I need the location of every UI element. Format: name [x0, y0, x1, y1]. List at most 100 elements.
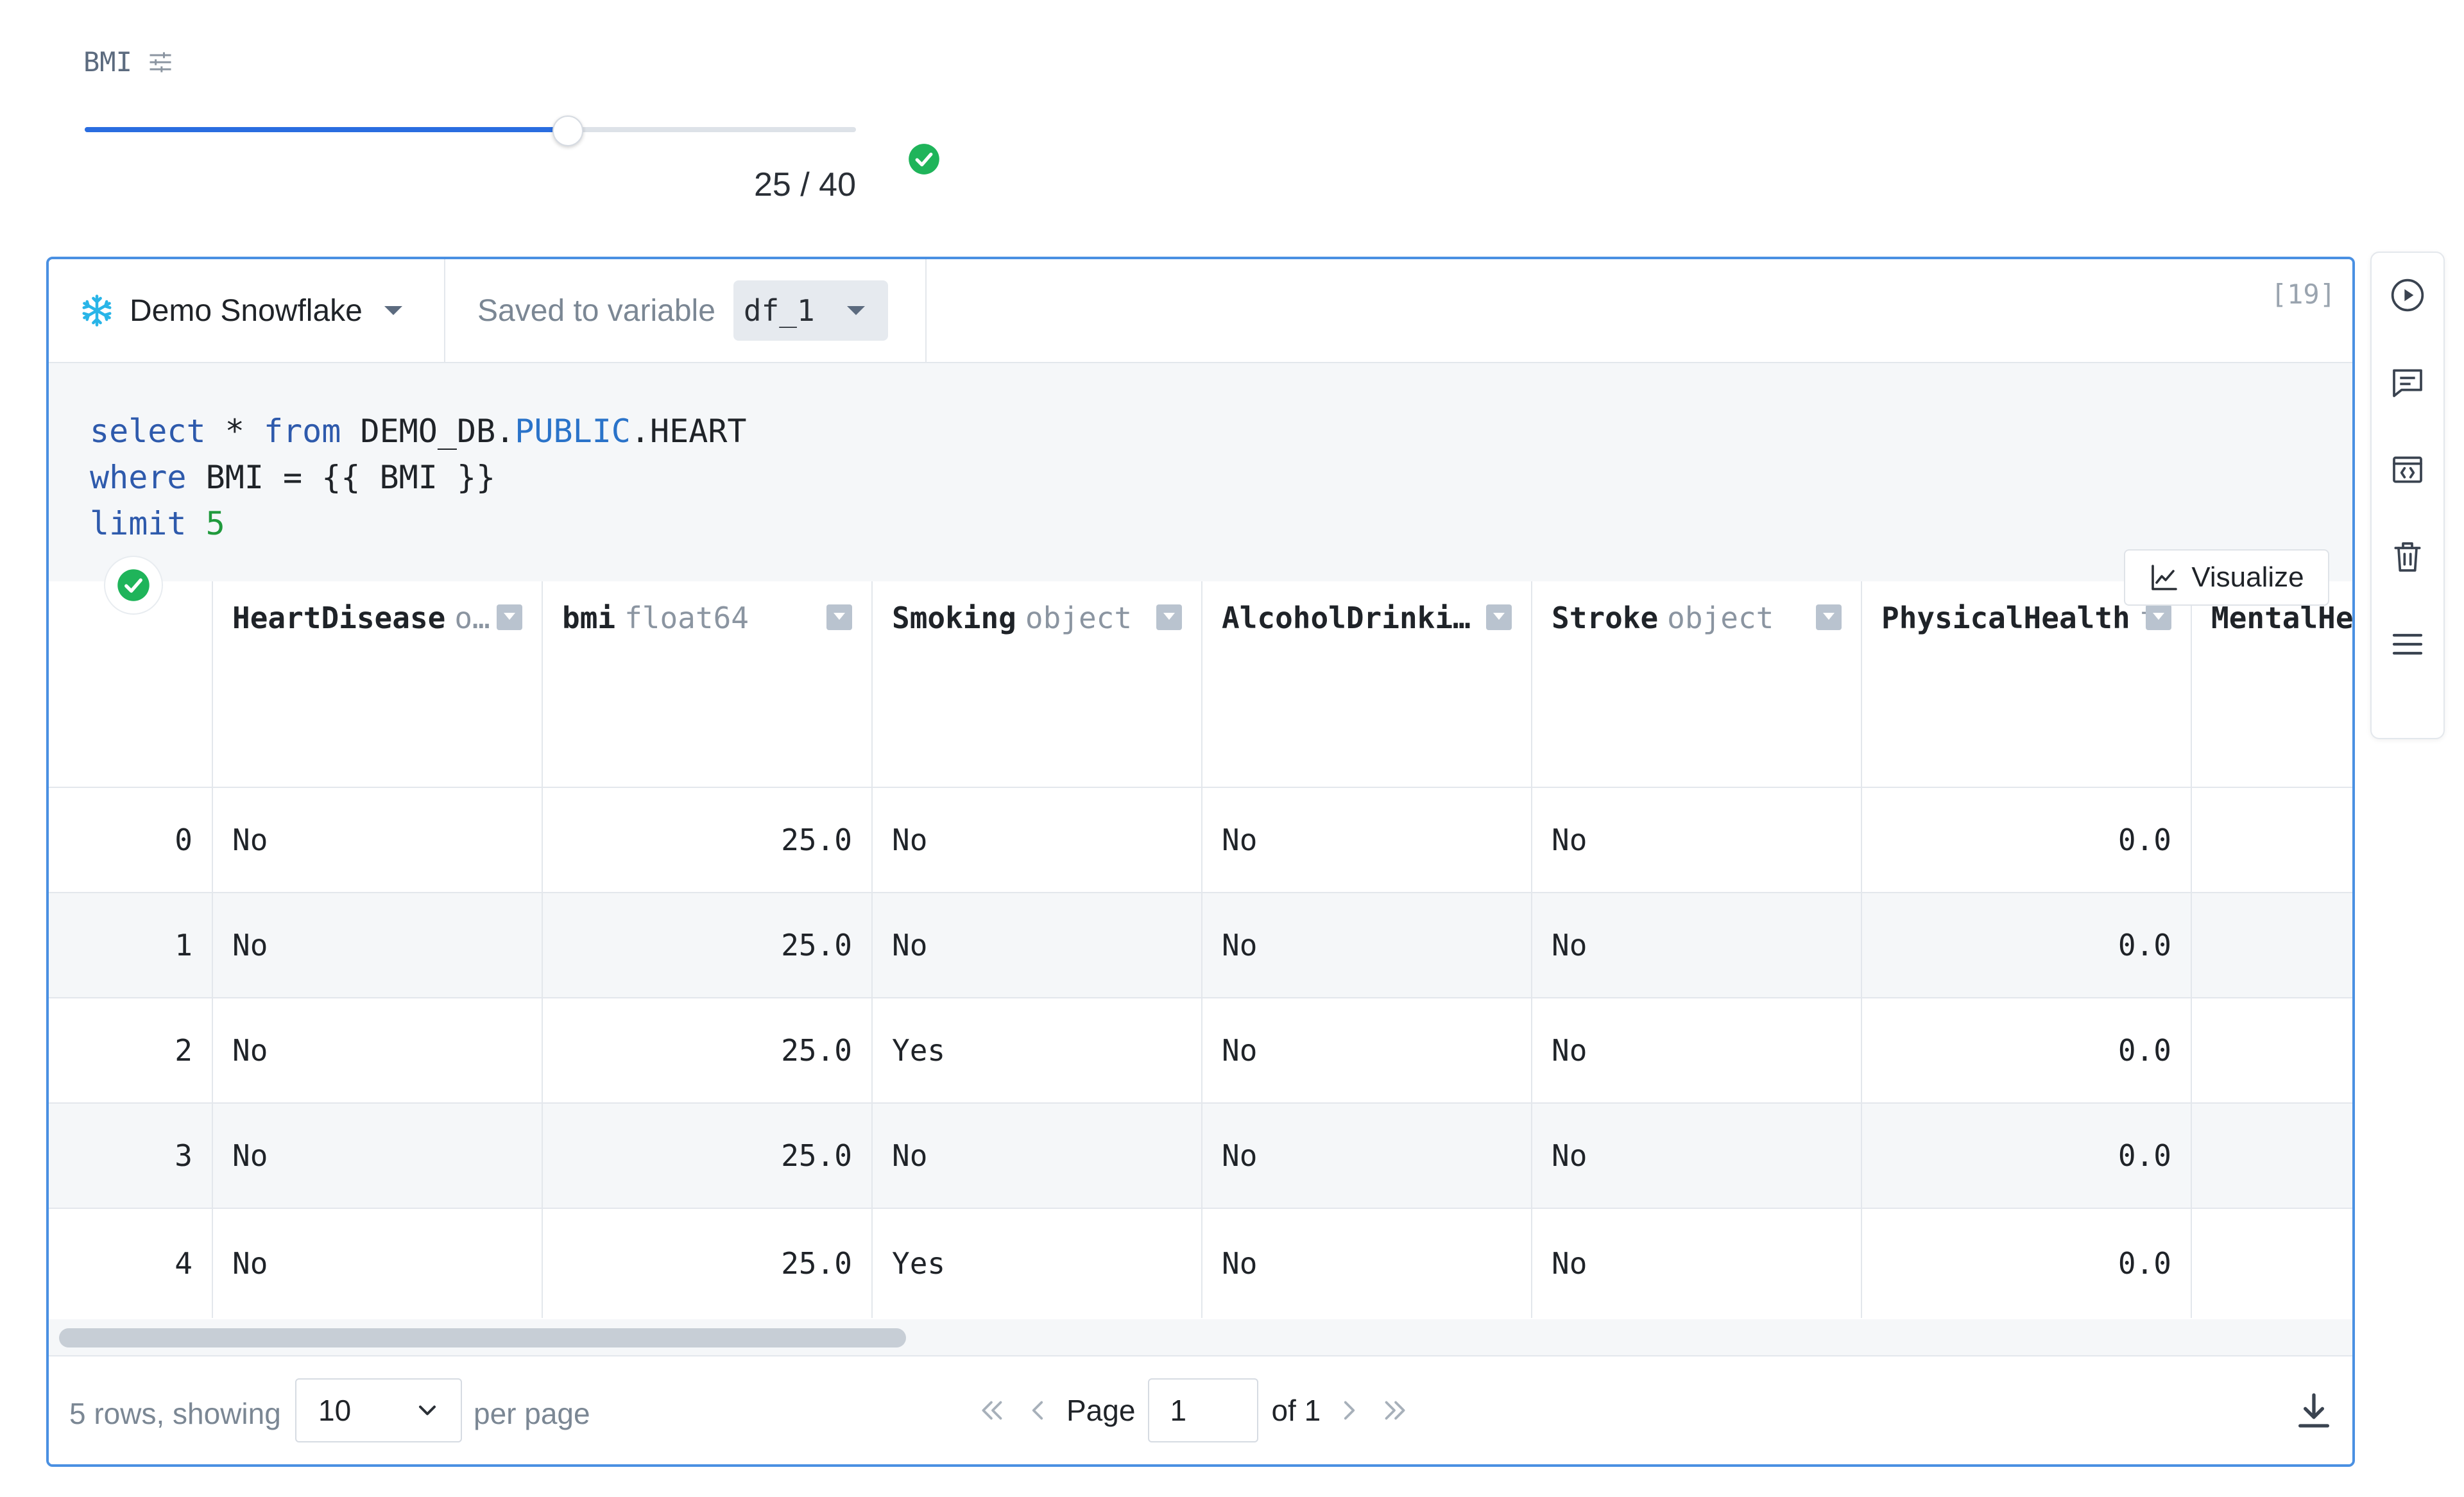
- table-cell: No: [1532, 998, 1862, 1102]
- horizontal-scrollbar[interactable]: [49, 1319, 2352, 1356]
- table-cell: No: [1532, 893, 1862, 997]
- code-token: limit: [90, 505, 187, 542]
- column-menu-icon[interactable]: [1486, 604, 1512, 630]
- table-row: 2 No 25.0 Yes No No 0.0: [49, 998, 2352, 1104]
- column-menu-icon[interactable]: [826, 604, 852, 630]
- chevron-right-icon[interactable]: [1333, 1394, 1365, 1426]
- column-header[interactable]: AlcoholDrinki…: [1202, 581, 1532, 787]
- column-header[interactable]: bmi float64: [543, 581, 873, 787]
- column-header[interactable]: Smoking object: [873, 581, 1202, 787]
- variable-dropdown[interactable]: df_1: [733, 280, 888, 341]
- row-index: 2: [49, 998, 213, 1102]
- code-token: select: [90, 413, 206, 450]
- table-row: 1 No 25.0 No No No 0.0: [49, 893, 2352, 998]
- chevrons-right-icon[interactable]: [1378, 1394, 1410, 1426]
- code-editor[interactable]: select * from DEMO_DB.PUBLIC.HEART where…: [49, 363, 2352, 581]
- column-menu-icon[interactable]: [1816, 604, 1842, 630]
- table-cell: [2192, 893, 2352, 997]
- code-token: 5: [205, 505, 225, 542]
- trash-icon[interactable]: [2390, 539, 2426, 575]
- line-chart-icon: [2152, 565, 2178, 590]
- table-cell: 0.0: [1862, 998, 2192, 1102]
- chevron-down-icon: [418, 1405, 436, 1416]
- table-cell: No: [1202, 998, 1532, 1102]
- run-status: [105, 557, 162, 613]
- chevron-down-icon: [846, 306, 865, 315]
- code-token: PUBLIC: [515, 413, 631, 450]
- column-menu-icon[interactable]: [1156, 604, 1182, 630]
- slider-label: BMI: [83, 46, 132, 78]
- table-cell: [2192, 1104, 2352, 1208]
- table-cell: No: [213, 1104, 543, 1208]
- column-name: bmi: [562, 601, 616, 635]
- code-token: DEMO_DB.: [341, 413, 515, 450]
- table-header-row: HeartDisease o… bmi float64 Smoking object …: [49, 581, 2352, 788]
- row-index: 0: [49, 788, 213, 892]
- table-cell: Yes: [873, 998, 1202, 1102]
- comment-icon[interactable]: [2390, 364, 2426, 400]
- slider-handle[interactable]: [552, 115, 584, 146]
- table-cell: No: [1532, 1209, 1862, 1318]
- slider-label-row: BMI: [83, 46, 175, 78]
- code-token: from: [263, 413, 341, 450]
- check-circle-icon: [117, 569, 150, 601]
- row-index: 4: [49, 1209, 213, 1318]
- column-menu-icon[interactable]: [497, 604, 522, 630]
- column-header[interactable]: PhysicalHealthf: [1862, 581, 2192, 787]
- menu-icon[interactable]: [2390, 626, 2426, 662]
- code-token: *: [205, 413, 264, 450]
- check-circle-icon: [909, 144, 939, 175]
- slider-value: 25 / 40: [753, 166, 856, 203]
- chevrons-left-icon[interactable]: [977, 1394, 1009, 1426]
- bmi-slider[interactable]: [85, 115, 856, 146]
- run-icon[interactable]: [2390, 277, 2426, 313]
- table-cell: No: [1202, 1209, 1532, 1318]
- column-name: MentalHea: [2211, 601, 2352, 635]
- column-name: PhysicalHealth: [1881, 601, 2130, 635]
- row-index: 1: [49, 893, 213, 997]
- connection-name: Demo Snowflake: [130, 293, 363, 328]
- table-row: 4 No 25.0 Yes No No 0.0: [49, 1209, 2352, 1318]
- table-cell: Yes: [873, 1209, 1202, 1318]
- visualize-button[interactable]: Visualize: [2124, 549, 2329, 606]
- table-cell: No: [1532, 788, 1862, 892]
- saved-variable-section: Saved to variable df_1: [445, 259, 927, 362]
- table-footer: 5 rows, showing 10 per page Page 1 of 1: [49, 1356, 2352, 1464]
- scrollbar-thumb[interactable]: [59, 1328, 906, 1347]
- execution-count: [19]: [2270, 278, 2336, 310]
- table-cell: No: [1532, 1104, 1862, 1208]
- table-cell: No: [213, 1209, 543, 1318]
- pagination: Page 1 of 1: [977, 1378, 1410, 1442]
- table-cell: No: [213, 893, 543, 997]
- page-total: of 1: [1271, 1394, 1321, 1427]
- page-number-value: 1: [1170, 1394, 1187, 1427]
- chevron-down-icon: [384, 306, 402, 315]
- column-header[interactable]: Stroke object: [1532, 581, 1862, 787]
- visualize-label: Visualize: [2191, 561, 2304, 593]
- variable-name: df_1: [743, 293, 815, 328]
- code-token: .HEART: [630, 413, 747, 450]
- column-header[interactable]: MentalHea: [2192, 581, 2352, 787]
- table-cell: No: [873, 788, 1202, 892]
- table-cell: [2192, 1209, 2352, 1318]
- column-name: Stroke: [1552, 601, 1659, 635]
- table-cell: [2192, 788, 2352, 892]
- table-cell: 0.0: [1862, 1209, 2192, 1318]
- column-menu-icon[interactable]: [2146, 604, 2171, 630]
- connection-picker[interactable]: Demo Snowflake: [49, 259, 445, 362]
- sliders-icon[interactable]: [146, 48, 175, 76]
- page-size-select[interactable]: 10: [295, 1378, 462, 1442]
- cell-header: Demo Snowflake Saved to variable df_1 [1…: [49, 259, 2352, 363]
- column-name: AlcoholDrinki…: [1222, 601, 1471, 635]
- table-cell: [2192, 998, 2352, 1102]
- chevron-left-icon[interactable]: [1022, 1394, 1054, 1426]
- code-toggle-icon[interactable]: [2390, 452, 2426, 488]
- table-cell: No: [1202, 893, 1532, 997]
- download-icon[interactable]: [2293, 1390, 2334, 1431]
- table-cell: 25.0: [543, 788, 873, 892]
- page-number-input[interactable]: 1: [1148, 1378, 1259, 1442]
- page-size-value: 10: [318, 1394, 352, 1427]
- column-header[interactable]: HeartDisease o…: [213, 581, 543, 787]
- code-token: BMI = {{ BMI }}: [186, 459, 496, 496]
